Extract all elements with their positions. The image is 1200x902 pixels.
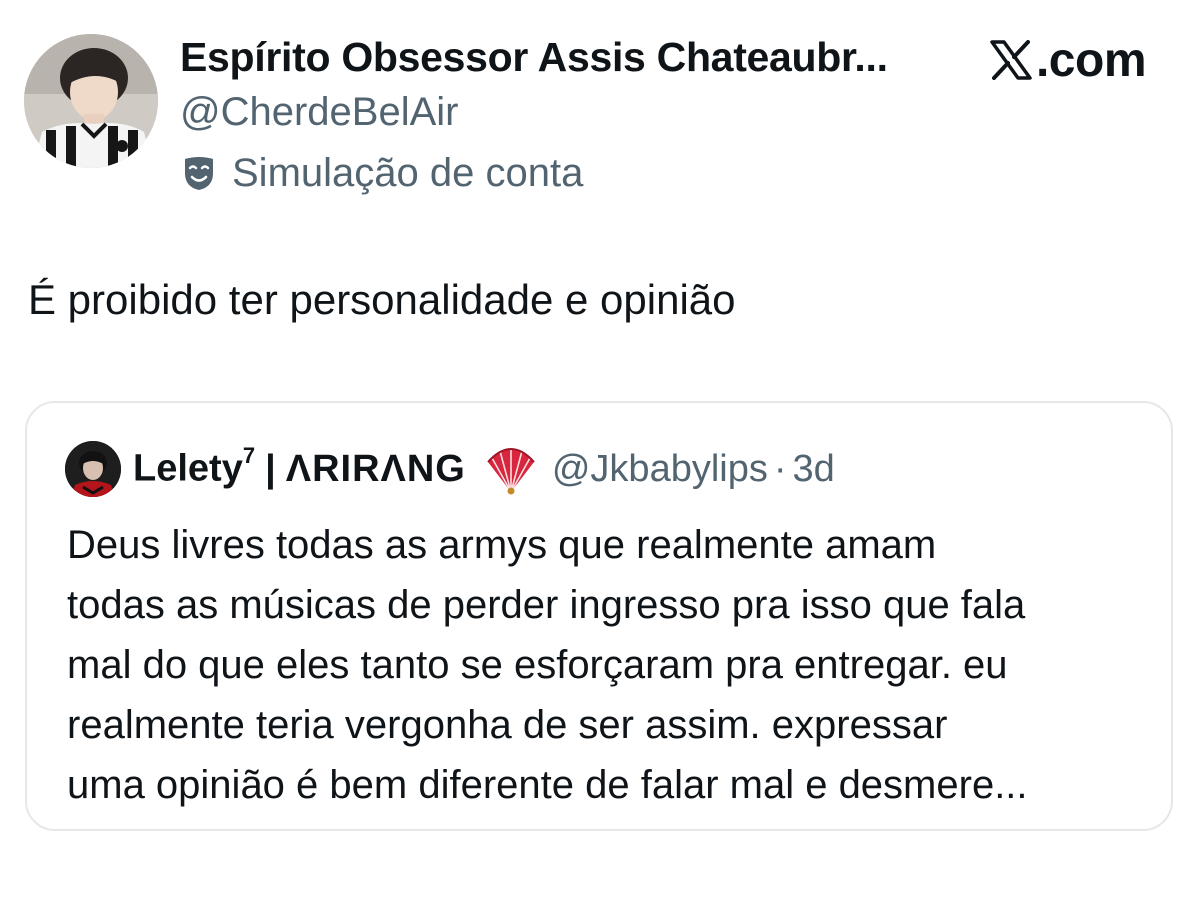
author-display-name[interactable]: Espírito Obsessor Assis Chateaubr... <box>180 34 888 81</box>
tweet-text: É proibido ter personalidade e opinião <box>28 276 736 323</box>
quoted-text-line: mal do que eles tanto se esforçaram pra … <box>67 643 1008 687</box>
meta-separator-dot: · <box>773 447 787 490</box>
brand-text: .com <box>1035 33 1147 87</box>
avatar-photo <box>24 34 158 168</box>
quoted-avatar-photo <box>65 441 121 497</box>
quoted-author-avatar[interactable] <box>65 441 121 497</box>
quoted-name-superscript: 7 <box>242 443 256 469</box>
x-com-watermark: .com <box>990 30 1147 90</box>
author-handle[interactable]: @CherdeBelAir <box>180 90 459 135</box>
quoted-tweet-card[interactable]: Lelety7 | ΛRIRΛNG @Jkbabylips · 3d Deus … <box>25 401 1173 831</box>
quoted-name-separator: | <box>265 447 276 490</box>
quoted-author-handle[interactable]: @Jkbabylips <box>552 448 768 491</box>
x-logo-icon <box>990 40 1032 80</box>
quoted-tweet-header: Lelety7 | ΛRIRΛNG @Jkbabylips · 3d <box>65 439 835 499</box>
quoted-tweet-time[interactable]: 3d <box>793 448 835 491</box>
quoted-author-name[interactable]: Lelety7 <box>133 443 255 491</box>
quoted-author-name-suffix[interactable]: ΛRIRΛNG <box>286 448 466 491</box>
quoted-text-line: uma opinião é bem diferente de falar mal… <box>67 763 1028 807</box>
quoted-text-line: todas as músicas de perder ingresso pra … <box>67 583 1026 627</box>
parody-account-label-row: Simulação de conta <box>182 148 583 198</box>
theater-mask-icon <box>185 157 213 190</box>
folding-fan-icon <box>487 447 535 495</box>
quoted-text-line: Deus livres todas as armys que realmente… <box>67 523 937 567</box>
quoted-tweet-text: Deus livres todas as armys que realmente… <box>67 515 1147 815</box>
parody-label: Simulação de conta <box>232 150 584 195</box>
author-avatar[interactable] <box>24 34 158 168</box>
quoted-text-line: realmente teria vergonha de ser assim. e… <box>67 703 948 747</box>
